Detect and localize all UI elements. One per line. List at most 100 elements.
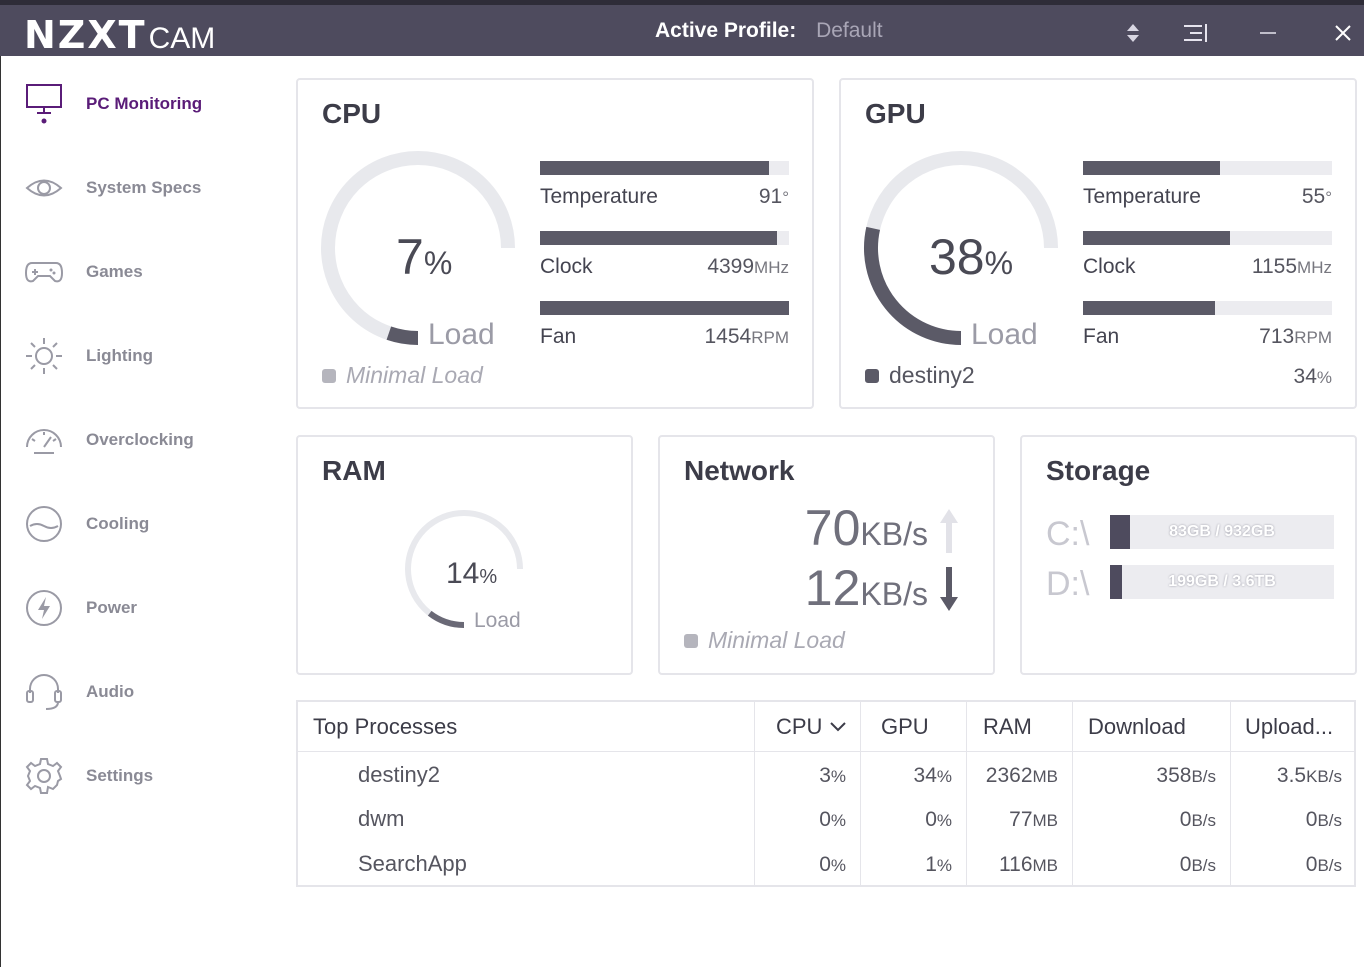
drive-d-usage-bar: 199GB / 3.6TB	[1110, 565, 1334, 599]
sidebar-item-label: Cooling	[86, 514, 150, 533]
brand-nzxt: NZXT	[24, 13, 147, 57]
profile-value[interactable]: Default	[816, 19, 883, 42]
brand-cam: CAM	[148, 22, 216, 55]
gpu-temperature-bar	[1083, 161, 1332, 175]
gpu-legend-text: destiny2	[889, 362, 975, 388]
close-button[interactable]	[1323, 15, 1363, 51]
cpu-legend-text: Minimal Load	[346, 362, 483, 388]
cpu-temperature-bar	[540, 161, 789, 175]
ram-load-label: Load	[474, 609, 521, 632]
sidebar-item-label: Audio	[86, 682, 135, 701]
cpu-legend: Minimal Load	[322, 362, 483, 389]
gpu-clock-label: Clock	[1083, 255, 1136, 278]
gamepad-icon	[23, 251, 65, 293]
column-header-ram[interactable]: RAM	[983, 714, 1032, 740]
sidebar-item-lighting[interactable]: Lighting	[23, 328, 263, 384]
menu-button[interactable]	[1175, 15, 1215, 51]
network-legend: Minimal Load	[684, 627, 845, 654]
cpu-fan-value: 1454RPM	[704, 325, 790, 348]
gpu-fan-bar	[1083, 301, 1332, 315]
sidebar-item-overclocking[interactable]: Overclocking	[23, 412, 263, 468]
drive-d-usage-text: 199GB / 3.6TB	[1168, 573, 1276, 590]
network-card[interactable]: Network 70KB/s 12KB/s Minimal Load	[658, 435, 995, 675]
sidebar-item-label: Overclocking	[86, 430, 194, 449]
process-download: 0B/s	[1179, 808, 1216, 831]
sidebar-item-label: PC Monitoring	[86, 94, 203, 113]
sidebar-item-pc-monitoring[interactable]: PC Monitoring	[23, 76, 263, 132]
drive-c-usage-bar: 83GB / 932GB	[1110, 515, 1334, 549]
drive-c-label: C:\	[1046, 515, 1090, 553]
process-cpu: 0%	[819, 808, 846, 831]
column-header-cpu[interactable]: CPU	[776, 714, 847, 740]
network-legend-text: Minimal Load	[708, 627, 845, 653]
process-ram: 116MB	[999, 853, 1058, 876]
app-logo: NZXT CAM	[24, 13, 215, 57]
cpu-clock-bar	[540, 231, 789, 245]
sidebar-item-games[interactable]: Games	[23, 244, 263, 300]
headset-icon	[23, 671, 65, 713]
cpu-title: CPU	[322, 98, 382, 129]
gpu-legend-value: 34%	[1293, 365, 1332, 388]
menu-collapse-icon	[1184, 24, 1207, 42]
sidebar-item-cooling[interactable]: Cooling	[23, 496, 263, 552]
storage-title: Storage	[1046, 455, 1151, 486]
gpu-card[interactable]: GPU 38% Load destiny2 34% Temperature 55…	[839, 78, 1357, 409]
ram-title: RAM	[322, 455, 386, 486]
profile-switch-button[interactable]	[1113, 15, 1153, 51]
storage-card[interactable]: Storage C:\ 83GB / 932GB D:\ 199GB / 3.6…	[1020, 435, 1357, 675]
sidebar: PC Monitoring System Specs Games Lightin…	[0, 56, 270, 967]
sun-icon	[23, 335, 65, 377]
gpu-load-value: 38%	[929, 229, 1014, 285]
network-upload-value: 70KB/s	[804, 500, 928, 556]
sidebar-item-label: Lighting	[86, 346, 154, 365]
sidebar-item-label: Settings	[86, 766, 154, 785]
active-profile[interactable]: Active Profile: Default	[655, 19, 883, 43]
liquid-icon	[23, 503, 65, 545]
process-ram: 2362MB	[985, 764, 1058, 787]
column-header-gpu[interactable]: GPU	[881, 714, 929, 740]
sidebar-item-system-specs[interactable]: System Specs	[23, 160, 263, 216]
column-header-process: Top Processes	[313, 714, 458, 739]
sidebar-item-label: System Specs	[86, 178, 202, 197]
drive-c-usage-text: 83GB / 932GB	[1169, 523, 1275, 540]
cpu-clock-value: 4399MHz	[707, 255, 789, 278]
gpu-fan-label: Fan	[1083, 325, 1120, 348]
monitor-icon	[23, 83, 65, 125]
profile-label: Active Profile:	[655, 19, 797, 42]
legend-swatch	[684, 633, 698, 648]
cpu-clock-label: Clock	[540, 255, 593, 278]
process-name: SearchApp	[358, 851, 467, 876]
close-icon	[1335, 25, 1351, 41]
process-upload: 3.5KB/s	[1276, 764, 1342, 787]
cpu-fan-bar	[540, 301, 789, 315]
process-ram: 77MB	[1009, 808, 1058, 831]
column-header-upload[interactable]: Upload...	[1245, 714, 1333, 740]
process-gpu: 1%	[925, 853, 952, 876]
column-header-download[interactable]: Download	[1088, 714, 1186, 740]
process-upload: 0B/s	[1305, 853, 1342, 876]
process-gpu: 0%	[925, 808, 952, 831]
sidebar-item-label: Power	[86, 598, 138, 617]
cpu-temperature-label: Temperature	[540, 185, 658, 208]
process-download: 0B/s	[1179, 853, 1216, 876]
cpu-load-label: Load	[428, 318, 495, 351]
gpu-legend: destiny2	[865, 362, 975, 389]
cpu-card[interactable]: CPU 7% Load Minimal Load Temperature 91°…	[296, 78, 814, 409]
gear-icon	[23, 755, 65, 797]
sidebar-item-settings[interactable]: Settings	[23, 748, 263, 804]
gpu-clock-bar	[1083, 231, 1332, 245]
lightning-icon	[23, 587, 65, 629]
legend-swatch	[322, 368, 336, 383]
gpu-load-label: Load	[971, 318, 1038, 351]
legend-swatch	[865, 368, 879, 383]
chevron-down-icon	[830, 722, 847, 732]
sidebar-item-audio[interactable]: Audio	[23, 664, 263, 720]
network-download-value: 12KB/s	[804, 560, 928, 616]
download-arrow-icon	[940, 567, 958, 611]
process-gpu: 34%	[913, 764, 952, 787]
ram-card[interactable]: RAM 14% Load	[296, 435, 633, 675]
minimize-button[interactable]	[1248, 15, 1288, 51]
ram-load-value: 14%	[446, 557, 498, 590]
sidebar-item-power[interactable]: Power	[23, 580, 263, 636]
process-cpu: 3%	[819, 764, 846, 787]
